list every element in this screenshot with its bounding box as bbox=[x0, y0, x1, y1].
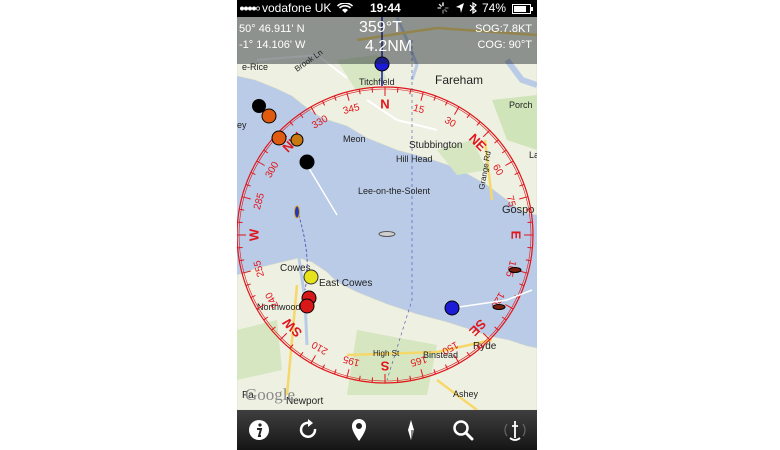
compass-cardinal-label: W bbox=[246, 228, 261, 241]
compass-cardinal-label: E bbox=[509, 231, 524, 240]
ais-target[interactable] bbox=[299, 154, 315, 170]
info-icon bbox=[249, 420, 269, 440]
location-arrow-icon bbox=[456, 3, 464, 13]
latitude: 50° 46.911' N bbox=[239, 23, 305, 35]
place-label: Lee-on-the-Solent bbox=[358, 186, 431, 196]
ais-target[interactable] bbox=[492, 304, 506, 310]
place-label: Fareham bbox=[435, 73, 483, 87]
compass-cardinal-label: S bbox=[380, 359, 389, 374]
place-label: Ashey bbox=[453, 389, 479, 399]
compass-needle-button[interactable] bbox=[397, 416, 425, 444]
refresh-button[interactable] bbox=[295, 416, 323, 444]
place-label: Hill Head bbox=[396, 154, 433, 164]
clock: 19:44 bbox=[370, 1, 401, 15]
carrier-name: vodafone UK bbox=[262, 1, 332, 15]
refresh-icon bbox=[299, 419, 317, 438]
distance-readout: 4.2NM bbox=[365, 38, 413, 55]
activity-spinner-icon bbox=[437, 2, 449, 14]
place-label: Stubbington bbox=[409, 140, 462, 151]
cog-readout: COG: 90°T bbox=[477, 39, 532, 51]
sog-readout: SOG:7.8KT bbox=[475, 23, 532, 35]
bottom-toolbar bbox=[237, 410, 537, 450]
ais-target[interactable] bbox=[508, 267, 522, 273]
search-button[interactable] bbox=[449, 416, 477, 444]
longitude: -1° 14.106' W bbox=[239, 39, 306, 51]
location-pin-button[interactable] bbox=[345, 416, 373, 444]
place-label: ey bbox=[237, 120, 247, 130]
compass-cardinal-label: N bbox=[380, 96, 389, 111]
status-bar: vodafone UK 19:44 74% bbox=[237, 0, 537, 17]
app-screen: Titchfield Fareham Porch Meon Stubbingto… bbox=[237, 0, 537, 450]
signal-bars-icon bbox=[240, 6, 260, 11]
park-area bbox=[237, 320, 282, 380]
ais-target[interactable] bbox=[444, 300, 460, 316]
heading-readout: 359°T bbox=[359, 19, 402, 36]
wifi-icon bbox=[337, 3, 353, 13]
location-pin-icon bbox=[352, 419, 366, 441]
ais-target[interactable] bbox=[271, 130, 287, 146]
place-label: Ryde bbox=[473, 341, 497, 352]
anchor-alarm-icon bbox=[504, 421, 526, 441]
ais-target[interactable] bbox=[290, 133, 304, 147]
nav-header: 50° 46.911' N -1° 14.106' W 359°T 4.2NM … bbox=[237, 17, 537, 64]
place-label: La bbox=[529, 150, 537, 160]
compass-needle-icon bbox=[408, 420, 414, 440]
chart-map[interactable]: Titchfield Fareham Porch Meon Stubbingto… bbox=[237, 17, 537, 410]
battery-percent: 74% bbox=[482, 1, 507, 15]
place-label: Titchfield bbox=[359, 77, 395, 87]
search-icon bbox=[453, 420, 474, 441]
ais-target[interactable] bbox=[303, 269, 319, 285]
battery-icon bbox=[512, 4, 533, 14]
ais-target[interactable] bbox=[299, 298, 315, 314]
google-logo: Google bbox=[245, 385, 295, 404]
bluetooth-icon bbox=[469, 2, 477, 14]
place-label: Porch bbox=[509, 100, 533, 110]
ais-target[interactable] bbox=[294, 205, 300, 219]
place-label: Meon bbox=[343, 134, 366, 144]
ais-target[interactable] bbox=[261, 108, 277, 124]
info-button[interactable] bbox=[245, 416, 273, 444]
ais-target[interactable] bbox=[378, 231, 396, 237]
anchor-alarm-button[interactable] bbox=[501, 416, 529, 444]
place-label: East Cowes bbox=[319, 278, 372, 289]
